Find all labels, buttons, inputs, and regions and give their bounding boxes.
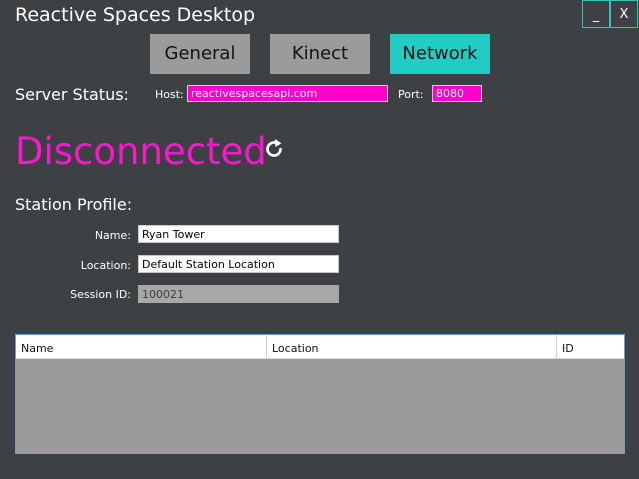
station-profile-label: Station Profile: [15, 195, 133, 214]
column-header-id[interactable]: ID [557, 335, 624, 358]
name-label: Name: [94, 229, 131, 242]
minimize-button[interactable]: _ [582, 0, 610, 28]
close-button[interactable]: X [610, 0, 638, 28]
host-input[interactable] [187, 85, 388, 102]
session-id-field [138, 285, 339, 303]
connection-status: Disconnected [15, 130, 267, 173]
tab-general[interactable]: General [150, 34, 250, 74]
server-status-label: Server Status: [15, 85, 129, 104]
session-id-label: Session ID: [70, 288, 131, 301]
tab-network[interactable]: Network [390, 34, 490, 74]
app-window: Reactive Spaces Desktop _ X General Kine… [0, 0, 639, 479]
port-label: Port: [398, 88, 424, 101]
stations-grid[interactable]: Name Location ID [15, 334, 625, 454]
grid-body[interactable] [16, 359, 624, 453]
host-label: Host: [155, 88, 184, 101]
column-header-name[interactable]: Name [16, 335, 267, 358]
refresh-icon[interactable] [263, 138, 285, 160]
location-input[interactable] [138, 255, 339, 273]
port-input[interactable] [432, 85, 482, 102]
window-title: Reactive Spaces Desktop [15, 4, 256, 26]
name-input[interactable] [138, 225, 339, 243]
tab-kinect[interactable]: Kinect [270, 34, 370, 74]
location-label: Location: [80, 259, 131, 272]
column-header-location[interactable]: Location [267, 335, 557, 358]
grid-header: Name Location ID [16, 335, 624, 359]
